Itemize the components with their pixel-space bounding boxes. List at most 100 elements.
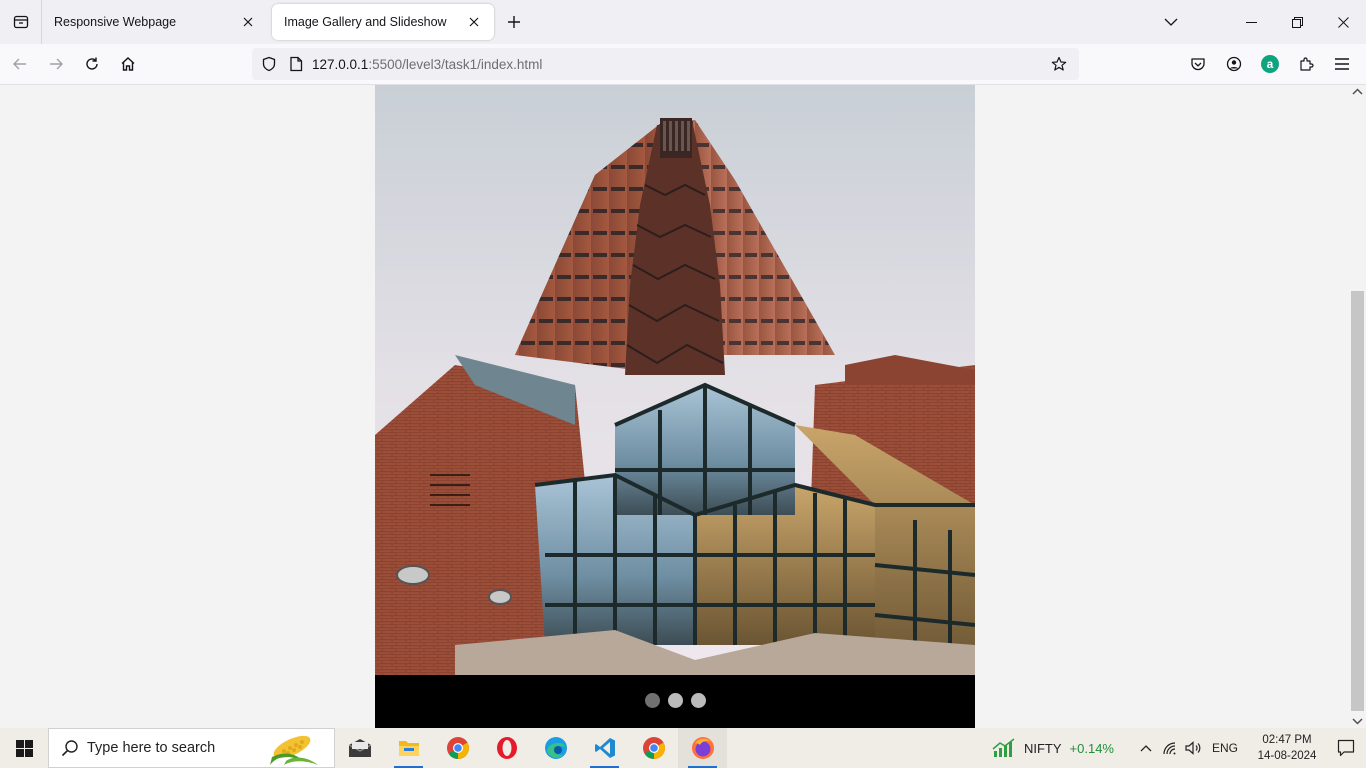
clock[interactable]: 02:47 PM 14-08-2024 bbox=[1248, 732, 1326, 764]
taskbar-mail[interactable] bbox=[335, 728, 384, 768]
taskbar-chrome[interactable] bbox=[433, 728, 482, 768]
slideshow-container bbox=[375, 85, 975, 728]
minimize-icon bbox=[1245, 21, 1257, 23]
notifications-button[interactable] bbox=[1326, 739, 1366, 757]
nifty-label: NIFTY bbox=[1023, 740, 1062, 756]
taskbar-edge[interactable] bbox=[531, 728, 580, 768]
wifi-icon bbox=[1163, 742, 1176, 755]
arrow-right-icon bbox=[50, 58, 63, 70]
account-button[interactable] bbox=[1216, 48, 1252, 80]
tracking-protection-button[interactable] bbox=[254, 56, 284, 72]
bookmark-button[interactable] bbox=[1043, 56, 1075, 72]
hamburger-menu-icon bbox=[1335, 58, 1349, 70]
start-button[interactable] bbox=[0, 728, 48, 768]
file-explorer-icon bbox=[398, 741, 419, 756]
extension-a-button[interactable]: a bbox=[1252, 48, 1288, 80]
home-button[interactable] bbox=[112, 48, 144, 80]
pocket-icon bbox=[1191, 58, 1205, 71]
reload-icon bbox=[86, 57, 98, 70]
home-icon bbox=[121, 57, 135, 71]
firefox-view-icon bbox=[13, 15, 28, 29]
firefox-view-button[interactable] bbox=[0, 0, 42, 44]
nifty-change: +0.14% bbox=[1069, 740, 1114, 756]
page-icon bbox=[290, 56, 303, 72]
slide-indicators bbox=[375, 693, 975, 708]
close-tab-button[interactable] bbox=[240, 14, 256, 30]
toolbar-right: a bbox=[1180, 48, 1360, 80]
taskbar-firefox[interactable] bbox=[678, 728, 727, 768]
reload-button[interactable] bbox=[76, 48, 108, 80]
tab-bar: Responsive Webpage Image Gallery and Sli… bbox=[0, 0, 1366, 44]
new-tab-button[interactable] bbox=[494, 0, 534, 44]
page-viewport bbox=[0, 85, 1366, 728]
close-window-button[interactable] bbox=[1320, 0, 1366, 44]
clock-date: 14-08-2024 bbox=[1257, 750, 1317, 762]
opera-icon bbox=[496, 737, 517, 759]
pocket-button[interactable] bbox=[1180, 48, 1216, 80]
taskbar-chrome-2[interactable] bbox=[629, 728, 678, 768]
site-info-button[interactable] bbox=[284, 56, 308, 72]
tab-bar-spacer bbox=[534, 0, 1148, 44]
url-host: 127.0.0.1 bbox=[312, 56, 369, 72]
chevron-up-icon bbox=[1140, 745, 1152, 752]
firefox-icon bbox=[691, 737, 714, 759]
address-bar[interactable]: 127.0.0.1:5500/level3/task1/index.html bbox=[252, 48, 1079, 80]
url-path: :5500/level3/task1/index.html bbox=[368, 56, 543, 72]
windows-logo-icon bbox=[15, 739, 33, 757]
speaker-icon bbox=[1185, 741, 1201, 755]
scroll-down-icon[interactable] bbox=[1352, 717, 1363, 725]
arrow-left-icon bbox=[13, 58, 26, 70]
close-tab-button[interactable] bbox=[466, 14, 482, 30]
tab-image-gallery[interactable]: Image Gallery and Slideshow bbox=[272, 4, 494, 40]
taskbar-search-box[interactable]: Type here to search bbox=[48, 728, 335, 768]
taskbar-file-explorer[interactable] bbox=[384, 728, 433, 768]
url-text[interactable]: 127.0.0.1:5500/level3/task1/index.html bbox=[308, 57, 1043, 72]
restore-button[interactable] bbox=[1274, 0, 1320, 44]
tab-title: Image Gallery and Slideshow bbox=[284, 15, 447, 29]
chrome-icon bbox=[642, 737, 665, 759]
minimize-button[interactable] bbox=[1228, 0, 1274, 44]
slide-dot-2[interactable] bbox=[667, 693, 683, 708]
search-icon bbox=[61, 740, 78, 757]
input-language[interactable]: ENG bbox=[1212, 741, 1238, 755]
back-button[interactable] bbox=[4, 48, 36, 80]
restore-icon bbox=[1291, 16, 1303, 28]
search-placeholder: Type here to search bbox=[87, 740, 216, 756]
navigation-toolbar: 127.0.0.1:5500/level3/task1/index.html a bbox=[0, 44, 1366, 85]
slide-image bbox=[375, 85, 975, 675]
vscode-icon bbox=[594, 738, 615, 758]
nifty-widget[interactable]: NIFTY +0.14% bbox=[992, 738, 1114, 758]
network-button[interactable] bbox=[1158, 741, 1182, 755]
taskbar-opera[interactable] bbox=[482, 728, 531, 768]
scroll-up-icon[interactable] bbox=[1352, 88, 1363, 96]
tab-title: Responsive Webpage bbox=[54, 15, 177, 29]
account-icon bbox=[1226, 56, 1242, 72]
close-icon bbox=[469, 17, 479, 27]
chevron-down-icon bbox=[1164, 18, 1178, 26]
forward-button[interactable] bbox=[40, 48, 72, 80]
show-hidden-icons-button[interactable] bbox=[1134, 744, 1158, 752]
taskbar-vscode[interactable] bbox=[580, 728, 629, 768]
building-photo bbox=[375, 85, 975, 675]
volume-button[interactable] bbox=[1182, 741, 1206, 755]
vertical-scrollbar[interactable] bbox=[1349, 85, 1366, 728]
close-icon bbox=[243, 17, 253, 27]
close-icon bbox=[1337, 16, 1349, 28]
app-menu-button[interactable] bbox=[1324, 48, 1360, 80]
list-all-tabs-button[interactable] bbox=[1148, 0, 1194, 44]
plus-icon bbox=[508, 16, 520, 28]
scrollbar-thumb[interactable] bbox=[1351, 291, 1364, 711]
system-tray: NIFTY +0.14% ENG 02:47 PM 14-08-2024 bbox=[992, 728, 1366, 768]
slide-dot-3[interactable] bbox=[690, 693, 706, 708]
edge-icon bbox=[544, 737, 567, 759]
extension-a-icon: a bbox=[1261, 55, 1279, 73]
slide-dot-1[interactable] bbox=[644, 693, 660, 708]
corn-search-highlight-icon bbox=[270, 735, 318, 765]
mail-icon bbox=[348, 739, 371, 757]
tab-responsive-webpage[interactable]: Responsive Webpage bbox=[42, 4, 268, 40]
extensions-button[interactable] bbox=[1288, 48, 1324, 80]
star-icon bbox=[1051, 56, 1067, 71]
stock-chart-icon bbox=[992, 738, 1015, 757]
notification-icon bbox=[1337, 739, 1355, 757]
windows-taskbar: Type here to search NIFTY +0.14% ENG 02:… bbox=[0, 728, 1366, 768]
